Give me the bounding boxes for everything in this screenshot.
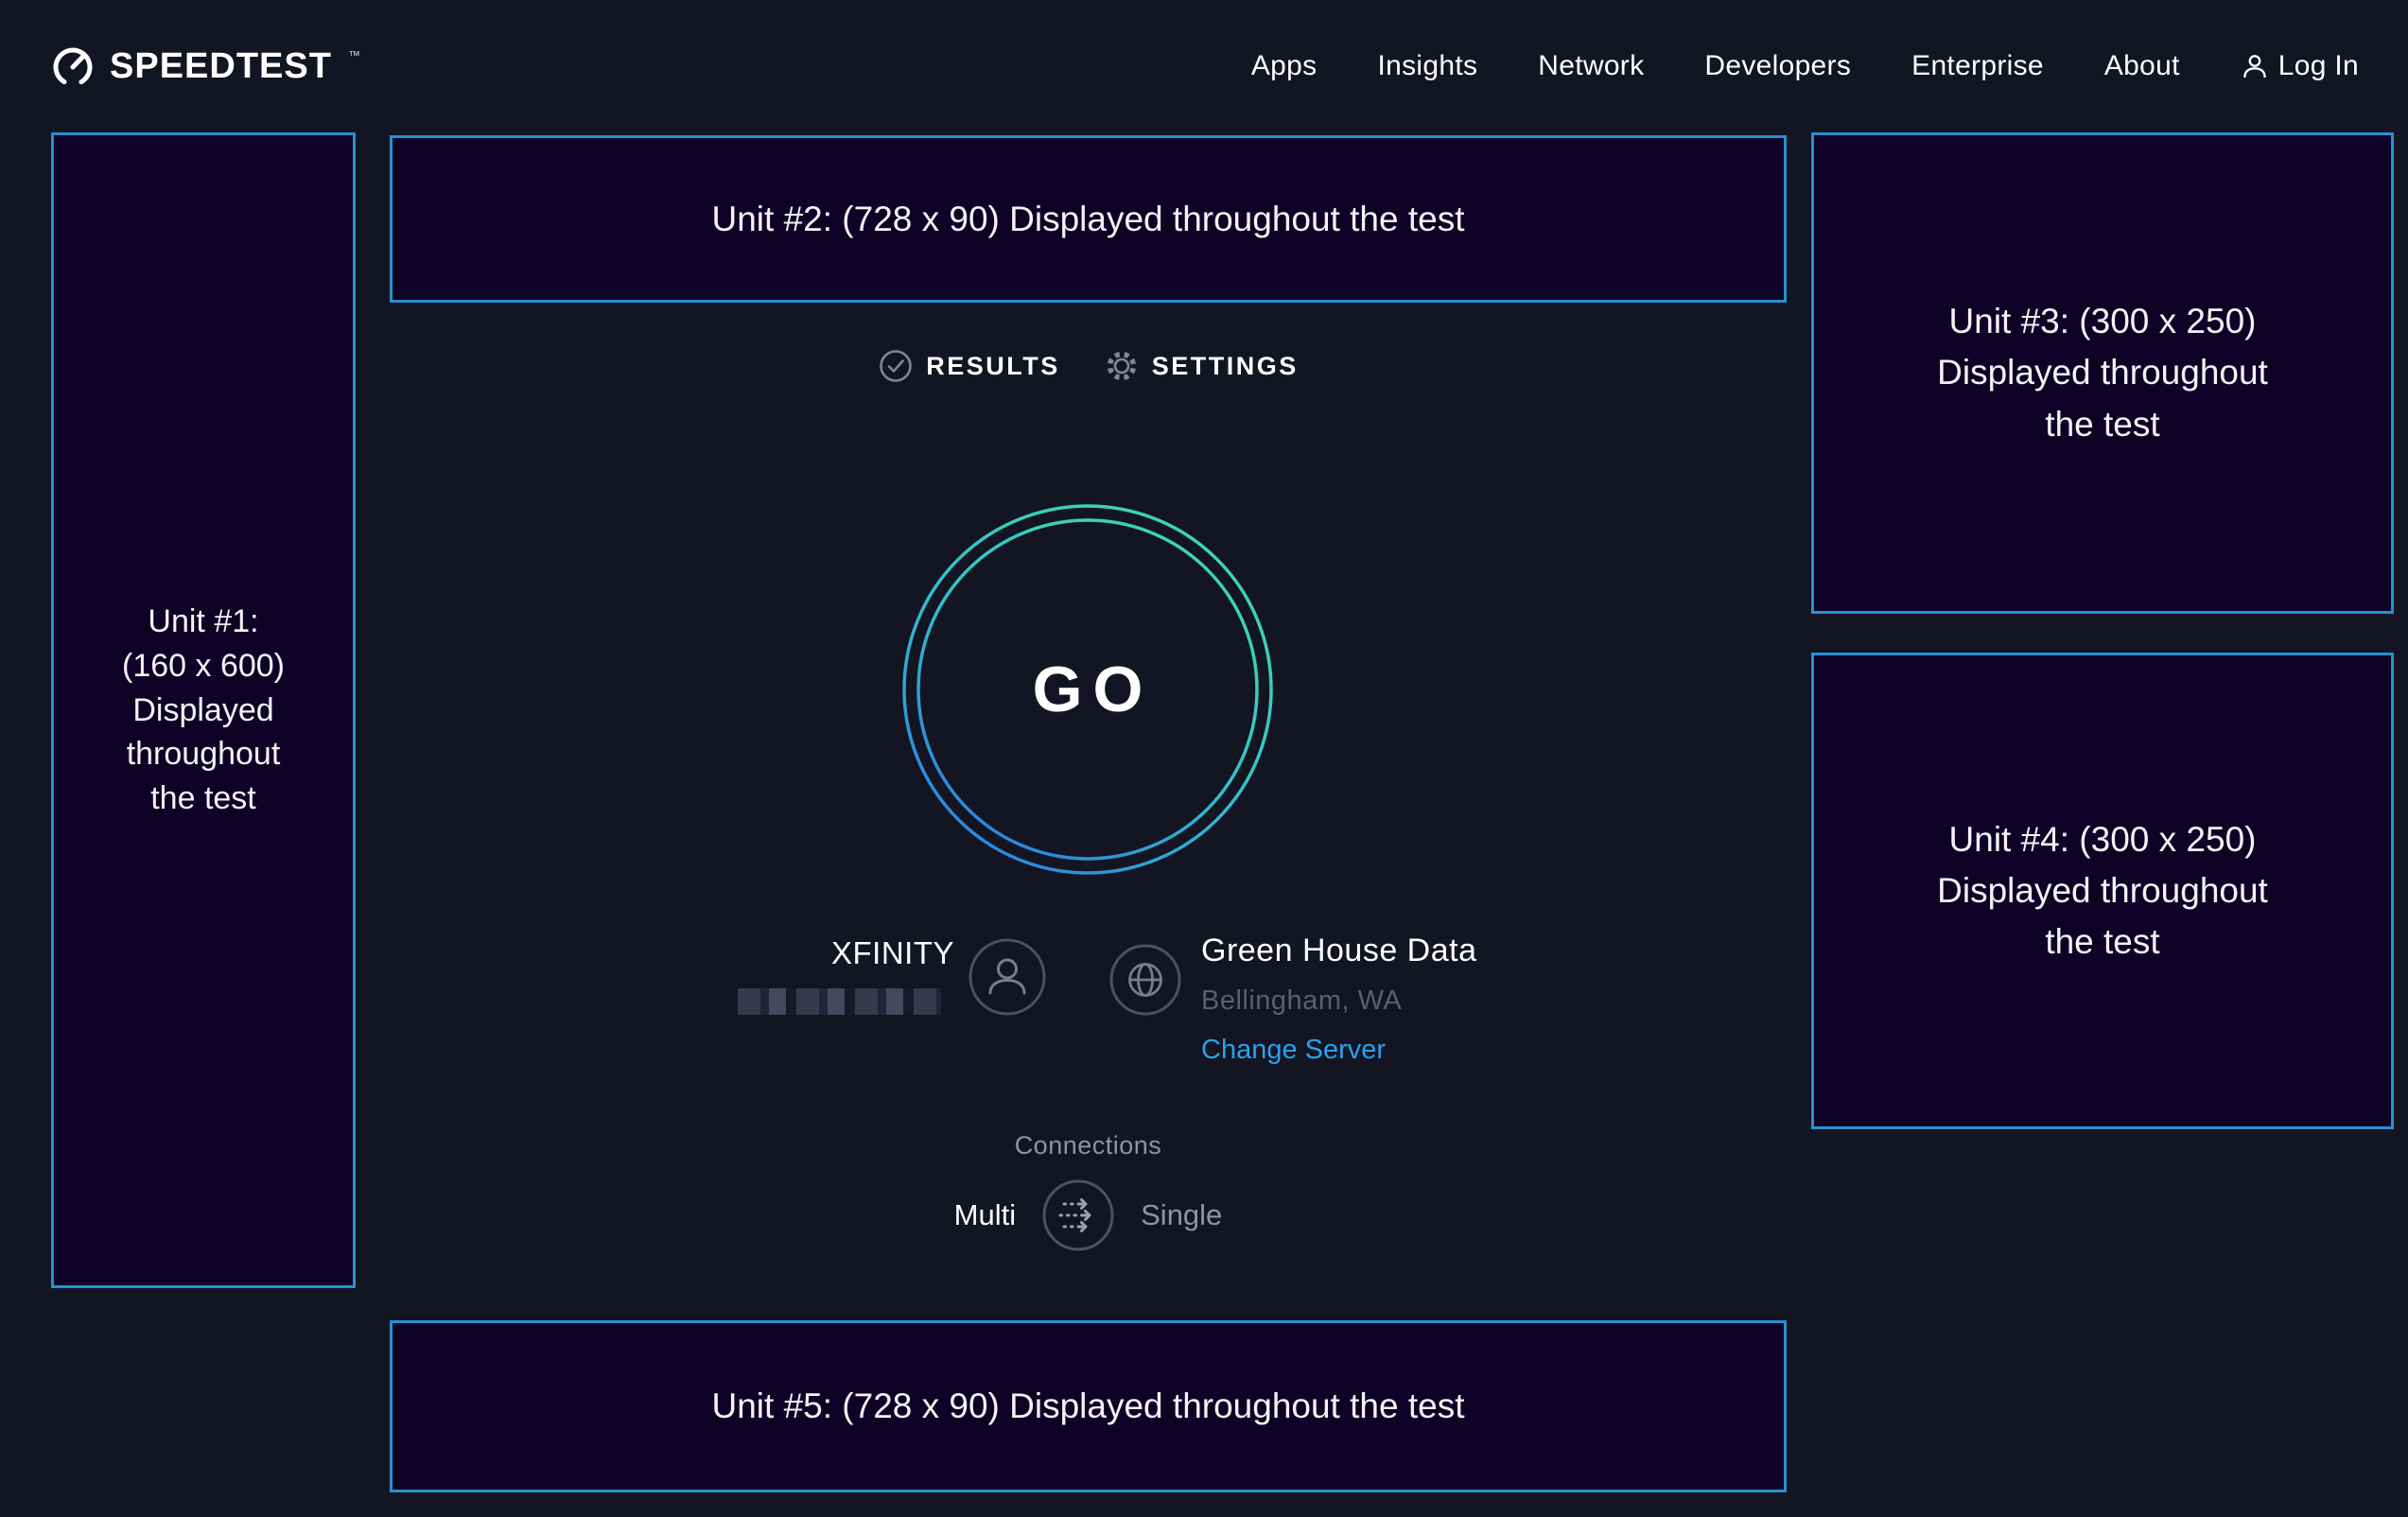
server-name: Green House Data xyxy=(1201,932,1477,969)
nav-item-network[interactable]: Network xyxy=(1538,50,1644,82)
server-location: Bellingham, WA xyxy=(1201,985,1477,1017)
nav-item-about[interactable]: About xyxy=(2104,50,2180,82)
ad-unit-1[interactable]: Unit #1: (160 x 600) Displayed throughou… xyxy=(51,132,356,1288)
ad-unit-5-text: Unit #5: (728 x 90) Displayed throughout… xyxy=(712,1386,1465,1426)
server-block: Green House Data Bellingham, WA Change S… xyxy=(1201,932,1477,1066)
logo-trademark: ™ xyxy=(348,48,360,62)
ad-unit-2-text: Unit #2: (728 x 90) Displayed throughout… xyxy=(712,200,1465,239)
isp-user-icon xyxy=(968,937,1047,1017)
ad-unit-4-text: Unit #4: (300 x 250) Displayed throughou… xyxy=(1937,814,2268,968)
server-globe-icon xyxy=(1108,943,1182,1017)
connection-info: XFINITY Green House Data Bellingham, WA … xyxy=(390,932,1787,1121)
connections-row: Multi Single xyxy=(390,1178,1787,1252)
isp-name: XFINITY xyxy=(831,935,954,971)
go-button-label: GO xyxy=(901,503,1274,876)
go-button[interactable]: GO xyxy=(901,503,1274,876)
tab-settings-label: SETTINGS xyxy=(1152,352,1299,381)
nav-item-apps[interactable]: Apps xyxy=(1251,50,1317,82)
login-label: Log In xyxy=(2278,50,2359,82)
tab-results[interactable]: RESULTS xyxy=(878,348,1060,384)
connections-section: Connections Multi Single xyxy=(390,1131,1787,1252)
speedtest-page: { "nav": { "logo": { "text": "SPEEDTEST"… xyxy=(0,0,2408,1517)
connections-toggle-icon[interactable] xyxy=(1041,1178,1115,1252)
change-server-link[interactable]: Change Server xyxy=(1201,1035,1386,1066)
view-tabs: RESULTS SETTINGS xyxy=(390,348,1787,384)
connections-title: Connections xyxy=(390,1131,1787,1160)
speedtest-logo[interactable]: SPEEDTEST ™ xyxy=(51,44,360,88)
nav-item-insights[interactable]: Insights xyxy=(1377,50,1477,82)
login-button[interactable]: Log In xyxy=(2241,50,2359,82)
ad-unit-1-text: Unit #1: (160 x 600) Displayed throughou… xyxy=(122,600,285,822)
nav-item-enterprise[interactable]: Enterprise xyxy=(1911,50,2044,82)
ad-unit-3-text: Unit #3: (300 x 250) Displayed throughou… xyxy=(1937,296,2268,449)
ad-unit-2[interactable]: Unit #2: (728 x 90) Displayed throughout… xyxy=(390,135,1787,303)
ad-unit-5[interactable]: Unit #5: (728 x 90) Displayed throughout… xyxy=(390,1320,1787,1492)
nav-menu: Apps Insights Network Developers Enterpr… xyxy=(1251,50,2359,82)
connections-multi-label[interactable]: Multi xyxy=(954,1198,1016,1232)
gear-icon xyxy=(1104,348,1140,384)
tab-results-label: RESULTS xyxy=(926,352,1060,381)
ad-unit-3[interactable]: Unit #3: (300 x 250) Displayed throughou… xyxy=(1811,132,2394,614)
logo-text: SPEEDTEST xyxy=(110,46,332,87)
nav-item-developers[interactable]: Developers xyxy=(1704,50,1851,82)
ad-unit-4[interactable]: Unit #4: (300 x 250) Displayed throughou… xyxy=(1811,653,2394,1129)
redacted-ip-text xyxy=(738,988,941,1015)
gauge-icon xyxy=(51,44,95,88)
top-nav: SPEEDTEST ™ Apps Insights Network Develo… xyxy=(0,0,2408,132)
user-icon xyxy=(2241,52,2269,80)
connections-single-label[interactable]: Single xyxy=(1141,1198,1222,1232)
check-circle-icon xyxy=(878,348,914,384)
tab-settings[interactable]: SETTINGS xyxy=(1104,348,1299,384)
